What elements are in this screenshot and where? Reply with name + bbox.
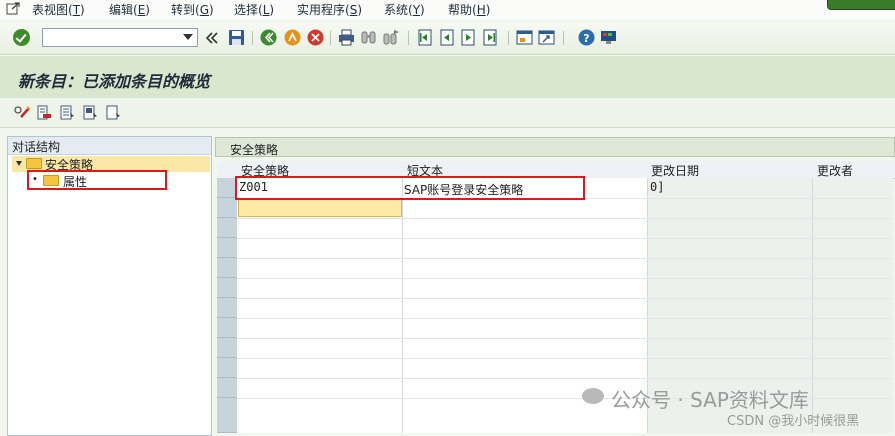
dialog-structure-header: 对话结构 xyxy=(8,137,211,155)
column-header-changed-on[interactable]: 更改日期 xyxy=(651,162,699,179)
row-selector[interactable] xyxy=(217,218,237,238)
row-selector[interactable] xyxy=(217,278,237,298)
toolbar-separator xyxy=(563,31,564,45)
enter-check-icon[interactable] xyxy=(13,29,30,46)
menu-list-icon[interactable] xyxy=(6,2,20,15)
application-toolbar xyxy=(0,99,895,128)
screen-title-bar: 新条目：已添加条目的概览 xyxy=(0,56,895,98)
menu-bar: 表视图(T) 编辑(E) 转到(G) 选择(L) 实用程序(S) 系统(Y) 帮… xyxy=(0,0,895,20)
toolbar-separator xyxy=(252,31,253,45)
dialog-structure-title: 对话结构 xyxy=(12,140,61,154)
row-divider xyxy=(237,378,893,379)
row-selector[interactable] xyxy=(217,298,237,318)
dropdown-arrow-icon[interactable] xyxy=(183,34,193,40)
customize-layout-icon[interactable] xyxy=(600,29,617,46)
row-divider xyxy=(237,298,893,299)
row-divider xyxy=(237,218,893,219)
collapse-double-chevron-icon[interactable] xyxy=(205,29,219,46)
last-page-icon[interactable] xyxy=(482,29,499,46)
delete-rows-icon[interactable] xyxy=(37,105,52,120)
shortcut-icon[interactable] xyxy=(538,29,555,46)
exit-icon[interactable] xyxy=(284,29,301,46)
new-entry-input-cell[interactable] xyxy=(238,199,402,217)
menu-selection[interactable]: 选择(L) xyxy=(234,1,274,18)
menu-goto[interactable]: 转到(G) xyxy=(171,1,214,18)
first-page-icon[interactable] xyxy=(416,29,433,46)
toolbar-separator xyxy=(508,31,509,45)
row-selector[interactable] xyxy=(217,358,237,378)
page-title: 新条目：已添加条目的概览 xyxy=(18,72,211,91)
select-all-icon[interactable] xyxy=(60,105,75,120)
print-icon[interactable] xyxy=(338,29,355,46)
next-page-icon[interactable] xyxy=(460,29,477,46)
row-selector[interactable] xyxy=(217,398,237,433)
row-divider xyxy=(237,278,893,279)
back-icon[interactable] xyxy=(260,29,277,46)
row-divider xyxy=(237,338,893,339)
row-selector[interactable] xyxy=(217,318,237,338)
help-icon[interactable]: ? xyxy=(578,29,595,46)
row-selector[interactable] xyxy=(217,378,237,398)
watermark-credit: CSDN @我小时候很黑 xyxy=(727,414,860,429)
find-icon[interactable] xyxy=(360,29,377,46)
row-selector[interactable] xyxy=(217,178,237,198)
annotation-highlight-box xyxy=(235,176,585,200)
column-header-changed-by[interactable]: 更改者 xyxy=(817,162,853,179)
window-control-button[interactable] xyxy=(827,0,895,10)
menu-help[interactable]: 帮助(H) xyxy=(448,1,490,18)
row-divider xyxy=(237,258,893,259)
dialog-structure-panel: 对话结构 安全策略 • 属性 xyxy=(7,136,212,436)
command-field[interactable] xyxy=(42,28,198,47)
row-selector[interactable] xyxy=(217,198,237,218)
row-divider xyxy=(237,238,893,239)
security-policy-table: 安全策略 安全策略 短文本 更改日期 更改者 Z001 SAP账号登录安全策略 … xyxy=(215,137,895,433)
menu-utilities[interactable]: 实用程序(S) xyxy=(297,1,362,18)
find-next-icon[interactable] xyxy=(383,29,400,46)
menu-edit[interactable]: 编辑(E) xyxy=(109,1,150,18)
standard-toolbar: ? xyxy=(0,22,895,55)
row-selector[interactable] xyxy=(217,238,237,258)
row-divider xyxy=(237,358,893,359)
wechat-icon xyxy=(582,388,604,404)
column-divider xyxy=(402,178,403,433)
previous-page-icon[interactable] xyxy=(438,29,455,46)
svg-text:?: ? xyxy=(583,32,589,45)
row-selector[interactable] xyxy=(217,258,237,278)
watermark-text: 公众号 · SAP资料文库 xyxy=(611,388,809,412)
menu-system[interactable]: 系统(Y) xyxy=(384,1,425,18)
expand-caret-icon[interactable] xyxy=(16,161,22,166)
create-session-icon[interactable] xyxy=(516,29,533,46)
menu-table-view[interactable]: 表视图(T) xyxy=(32,1,85,18)
toolbar-separator xyxy=(408,31,409,45)
display-change-icon[interactable] xyxy=(14,105,32,120)
toolbar-separator xyxy=(330,31,331,45)
cell-changed-on: 0] xyxy=(650,180,665,194)
cancel-icon[interactable] xyxy=(307,29,324,46)
column-divider xyxy=(812,178,813,433)
folder-open-icon xyxy=(26,158,42,169)
table-title: 安全策略 xyxy=(230,143,279,157)
table-title-bar: 安全策略 xyxy=(215,137,895,157)
deselect-all-icon[interactable] xyxy=(106,105,121,120)
annotation-highlight-box xyxy=(27,170,167,190)
row-divider xyxy=(237,318,893,319)
save-icon[interactable] xyxy=(228,29,245,46)
select-block-icon[interactable] xyxy=(83,105,98,120)
row-selector[interactable] xyxy=(217,338,237,358)
